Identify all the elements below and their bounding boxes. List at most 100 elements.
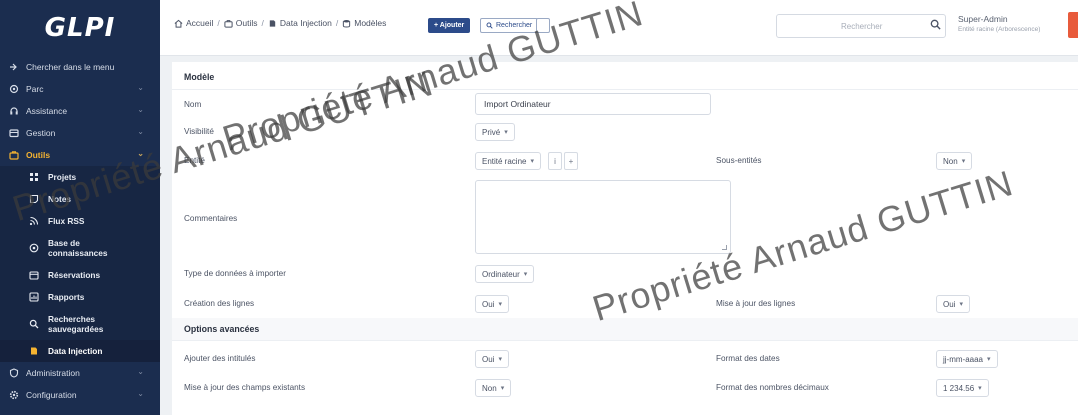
sidebar-item-search-menu[interactable]: Chercher dans le menu xyxy=(0,56,160,78)
chevron-down-icon: ▾ xyxy=(498,356,502,363)
home-icon xyxy=(174,19,183,28)
divider xyxy=(172,340,1078,341)
chevron-down-icon: ⌄ xyxy=(137,149,144,158)
projects-icon xyxy=(28,171,40,183)
sidebar-item-configuration[interactable]: Configuration ⌄ xyxy=(0,384,160,406)
advanced-section-header xyxy=(172,318,1078,340)
sidebar-item-gestion[interactable]: Gestion ⌄ xyxy=(0,122,160,144)
model-form: Modèle Nom Visibilité Privé▾ Entité Enti… xyxy=(172,62,1078,415)
add-button[interactable]: + Ajouter xyxy=(428,18,471,33)
rss-icon xyxy=(28,215,40,227)
visibility-value: Privé xyxy=(482,127,501,137)
subentities-label: Sous-entités xyxy=(716,156,762,165)
add-titles-label: Ajouter des intitulés xyxy=(184,354,256,363)
breadcrumb-accueil[interactable]: Accueil xyxy=(186,18,213,28)
date-format-select[interactable]: jj-mm-aaaa ▾ xyxy=(936,350,998,368)
wallet-icon xyxy=(8,127,20,139)
sidebar-item-label: Recherches sauvegardées xyxy=(48,314,104,334)
breadcrumb-modeles[interactable]: Modèles xyxy=(354,18,386,28)
sidebar-item-label: Base de connaissances xyxy=(48,238,108,258)
top-header: Accueil / Outils / Data Injection / Modè… xyxy=(160,0,1078,56)
sidebar-item-label: Parc xyxy=(26,84,44,94)
chevron-down-icon: ▾ xyxy=(961,158,966,165)
global-search-field[interactable] xyxy=(776,14,946,38)
sidebar-item-flux-rss[interactable]: Flux RSS xyxy=(0,210,160,232)
sidebar-item-label: Administration xyxy=(26,368,80,378)
name-label: Nom xyxy=(184,100,202,109)
chevron-down-icon: ▾ xyxy=(530,158,534,165)
sidebar-item-recherches-sauvegardees[interactable]: Recherches sauvegardées xyxy=(0,308,160,340)
data-injection-icon xyxy=(268,19,277,28)
chevron-down-icon: ▾ xyxy=(959,301,963,308)
chevron-down-icon: ▾ xyxy=(987,356,991,363)
create-lines-value: Oui xyxy=(482,299,495,309)
models-icon xyxy=(342,19,351,28)
breadcrumb: Accueil / Outils / Data Injection / Modè… xyxy=(174,18,386,28)
saved-search-icon xyxy=(28,318,40,330)
name-input[interactable] xyxy=(475,93,711,115)
add-titles-select[interactable]: Oui ▾ xyxy=(475,350,509,368)
chevron-down-icon: ▾ xyxy=(504,129,508,136)
sidebar-item-rapports[interactable]: Rapports xyxy=(0,286,160,308)
search-list-label: Rechercher xyxy=(496,22,533,29)
chevron-down-icon: ▾ xyxy=(978,385,982,392)
glpi-logo[interactable]: GLPI xyxy=(0,0,160,56)
reports-icon xyxy=(28,291,40,303)
chevron-down-icon: ⌄ xyxy=(137,367,144,376)
visibility-select[interactable]: Privé ▾ xyxy=(475,123,515,141)
decimal-format-select[interactable]: 1 234.56 ▾ xyxy=(936,379,989,397)
sidebar-item-label: Data Injection xyxy=(48,346,103,356)
search-menu-icon xyxy=(8,61,20,73)
sidebar-item-label: Chercher dans le menu xyxy=(26,62,115,72)
chevron-down-icon: ▾ xyxy=(523,271,528,278)
user-menu[interactable]: Super-Admin Entité racine (Arborescence) xyxy=(958,14,1040,33)
entity-info-button[interactable]: i xyxy=(548,152,562,170)
outils-submenu: Projets Notes Flux RSS Base de connaissa… xyxy=(0,166,160,362)
update-lines-select[interactable]: Oui ▾ xyxy=(936,295,970,313)
chevron-down-icon: ▾ xyxy=(498,301,502,308)
datatype-select[interactable]: Ordinateur ▾ xyxy=(475,265,535,283)
comments-label: Commentaires xyxy=(184,214,238,223)
update-fields-value: Non xyxy=(482,383,497,393)
sidebar-item-label: Réservations xyxy=(48,270,101,280)
sidebar-item-outils[interactable]: Outils ⌄ xyxy=(0,144,160,166)
subentities-select[interactable]: Non ▾ xyxy=(936,152,973,170)
entity-actions: i + xyxy=(548,152,582,170)
headset-icon xyxy=(8,105,20,117)
sidebar-item-data-injection[interactable]: Data Injection xyxy=(0,340,160,362)
add-titles-value: Oui xyxy=(482,354,495,364)
sidebar-item-reservations[interactable]: Réservations xyxy=(0,264,160,286)
entity-select[interactable]: Entité racine ▾ xyxy=(475,152,541,170)
sidebar-item-administration[interactable]: Administration ⌄ xyxy=(0,362,160,384)
section-title-options-avancees: Options avancées xyxy=(184,324,260,334)
user-avatar-button[interactable] xyxy=(1068,12,1078,38)
breadcrumb-data-injection[interactable]: Data Injection xyxy=(280,18,332,28)
breadcrumb-outils[interactable]: Outils xyxy=(236,18,258,28)
global-search-input[interactable] xyxy=(777,15,945,37)
comments-textarea[interactable] xyxy=(475,180,731,254)
sidebar-item-label: Projets xyxy=(48,172,77,182)
resize-handle[interactable] xyxy=(722,245,727,250)
sidebar-item-parc[interactable]: Parc ⌄ xyxy=(0,78,160,100)
sidebar-item-label: Configuration xyxy=(26,390,77,400)
calendar-icon xyxy=(28,269,40,281)
sidebar-item-base-connaissances[interactable]: Base de connaissances xyxy=(0,232,160,264)
sidebar-item-label: Flux RSS xyxy=(48,216,85,226)
entity-label: Entité xyxy=(184,156,205,165)
breadcrumb-separator: / xyxy=(335,18,339,28)
update-fields-select[interactable]: Non ▾ xyxy=(475,379,512,397)
chevron-down-icon: ⌄ xyxy=(137,389,144,398)
more-actions-button[interactable] xyxy=(536,18,550,33)
datatype-label: Type de données à importer xyxy=(184,269,286,278)
search-icon[interactable] xyxy=(930,19,941,32)
entity-add-button[interactable]: + xyxy=(564,152,578,170)
search-list-button[interactable]: Rechercher xyxy=(480,18,539,33)
sidebar-item-notes[interactable]: Notes xyxy=(0,188,160,210)
section-title-modele: Modèle xyxy=(184,72,215,82)
notes-icon xyxy=(28,193,40,205)
sidebar-item-assistance[interactable]: Assistance ⌄ xyxy=(0,100,160,122)
sidebar-item-label: Gestion xyxy=(26,128,56,138)
create-lines-label: Création des lignes xyxy=(184,299,255,308)
create-lines-select[interactable]: Oui ▾ xyxy=(475,295,509,313)
sidebar-item-projets[interactable]: Projets xyxy=(0,166,160,188)
